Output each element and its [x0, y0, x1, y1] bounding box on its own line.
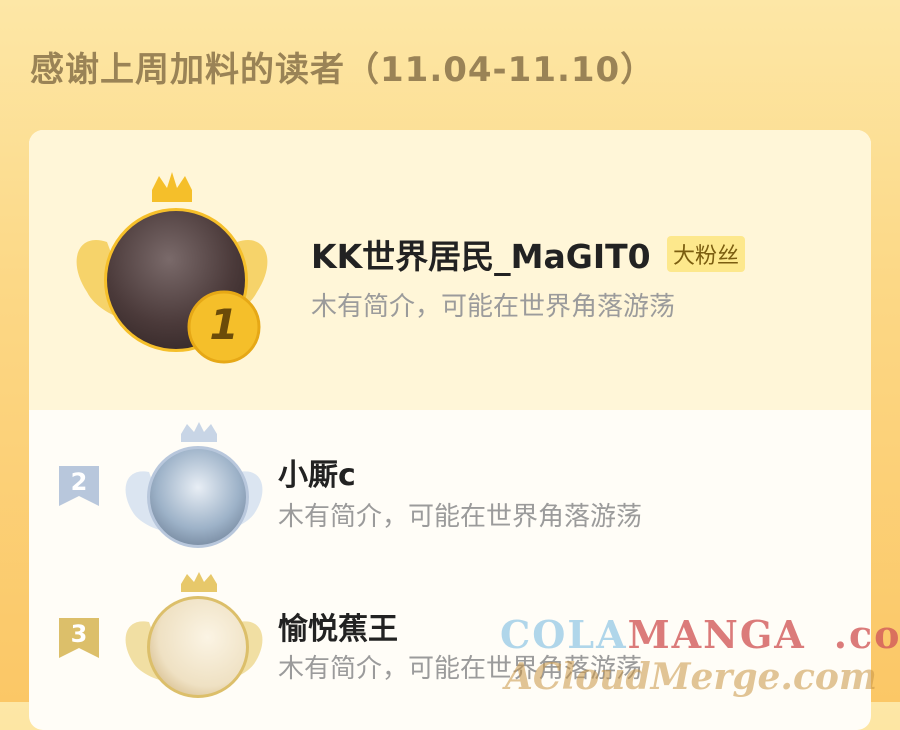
- reader-name[interactable]: KK世界居民_MaGIT0: [311, 230, 651, 278]
- avatar: [147, 446, 249, 548]
- rank-number: 2: [70, 468, 88, 496]
- reader-name[interactable]: 愉悦蕉王: [278, 604, 398, 648]
- watermark-acloudmerge: ACloudMerge.com: [505, 656, 877, 698]
- watermark-colamanga: COLAMANGA .com: [500, 612, 900, 657]
- crown-icon: [152, 172, 192, 202]
- watermark-part: .com: [833, 612, 900, 657]
- page-title: 感谢上周加料的读者（11.04-11.10）: [30, 50, 656, 90]
- avatar: [147, 596, 249, 698]
- crown-icon: [181, 572, 217, 592]
- watermark-part: MANGA: [627, 612, 806, 657]
- fan-level-badge: 大粉丝: [667, 236, 746, 272]
- reader-name[interactable]: 小厮c: [278, 450, 356, 494]
- rank-number: 1: [209, 300, 239, 349]
- rank-number: 3: [70, 620, 88, 648]
- reader-bio: 木有简介，可能在世界角落游荡: [311, 292, 676, 322]
- watermark-part: COLA: [500, 612, 628, 657]
- reader-bio: 木有简介，可能在世界角落游荡: [278, 502, 643, 532]
- crown-icon: [181, 422, 217, 442]
